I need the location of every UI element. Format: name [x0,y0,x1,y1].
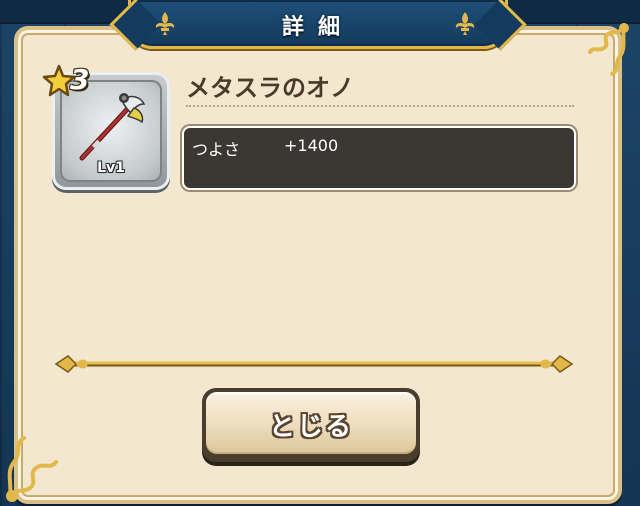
title-banner: 詳細 [128,0,508,49]
fleur-de-lis-icon [455,12,475,35]
axe-icon [79,93,146,161]
name-divider [186,105,574,107]
dialog-title: 詳細 [281,15,354,40]
stat-label-strength: つよさ [192,140,241,159]
fleur-de-lis-icon [155,12,175,35]
item-name: メタスラのオノ [186,74,354,102]
rarity-count: 3 [70,63,90,96]
stat-value-strength: +1400 [284,136,339,155]
close-button-face[interactable]: とじる [206,392,416,454]
divider-rod-icon [54,355,574,373]
close-button[interactable]: とじる [202,388,420,462]
stats-box: つよさ +1400 [182,126,576,190]
corner-ornament-icon [6,436,58,502]
corner-ornament-icon [588,23,629,76]
item-level: Lv1 [97,160,125,176]
close-button-label[interactable]: とじる [206,406,416,443]
